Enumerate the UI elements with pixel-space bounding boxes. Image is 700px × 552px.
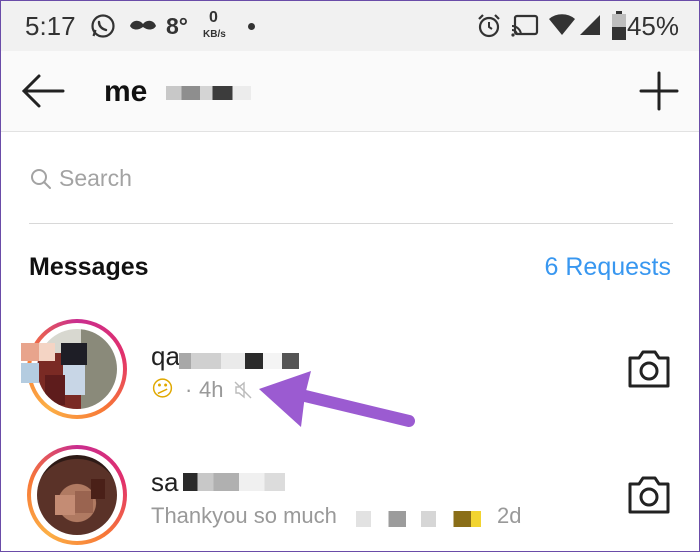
new-message-plus-icon[interactable] xyxy=(639,71,679,111)
confused-emoji: 😕 xyxy=(151,377,174,402)
alarm-icon xyxy=(478,14,500,38)
avatar xyxy=(37,455,117,535)
search-bar[interactable]: Search xyxy=(29,161,673,224)
back-arrow-icon[interactable] xyxy=(19,71,65,111)
dot-icon xyxy=(248,23,255,30)
screen: 5:17 8° 0 KB/s 45% me Search Messages 6 … xyxy=(0,0,700,552)
whatsapp-icon xyxy=(91,14,115,38)
signal-icon xyxy=(580,15,600,35)
annotation-arrow xyxy=(259,371,415,427)
page-title: me xyxy=(104,75,148,108)
requests-link[interactable]: 6 Requests xyxy=(545,253,671,282)
camera-icon[interactable] xyxy=(626,475,672,515)
search-placeholder: Search xyxy=(59,165,132,191)
separator-dot: · xyxy=(185,377,193,402)
status-time: 5:17 xyxy=(25,11,76,41)
story-ring[interactable] xyxy=(27,319,127,419)
wifi-icon xyxy=(549,14,575,35)
network-speed-value: 0 xyxy=(209,9,218,26)
muted-speaker-icon xyxy=(234,381,252,399)
redacted-pixel xyxy=(21,363,39,383)
battery-icon xyxy=(612,11,626,40)
avatar xyxy=(37,329,117,409)
conversation-time: 2d xyxy=(497,503,522,528)
conversation-name: qa xyxy=(151,341,180,371)
status-bar: 5:17 8° 0 KB/s 45% xyxy=(1,1,699,51)
app-header: me xyxy=(1,51,699,132)
redacted-pixel xyxy=(39,343,55,361)
mustache-icon xyxy=(130,20,156,30)
message-preview: Thankyou so much xyxy=(151,503,337,528)
conversation-row[interactable]: sa Thankyou so much 2d xyxy=(1,433,699,551)
story-ring[interactable] xyxy=(27,445,127,545)
redacted-preview xyxy=(356,511,481,527)
conversation-name: sa xyxy=(151,467,179,497)
messages-heading: Messages xyxy=(29,253,149,281)
cast-icon xyxy=(511,14,539,37)
network-speed-unit: KB/s xyxy=(203,29,226,40)
temperature: 8° xyxy=(166,13,188,39)
camera-icon[interactable] xyxy=(626,349,672,389)
redacted-username xyxy=(166,86,251,100)
battery-percent: 45% xyxy=(626,11,679,41)
redacted-username xyxy=(183,473,285,491)
search-icon xyxy=(31,169,51,189)
conversation-time: 4h xyxy=(199,377,224,402)
redacted-pixel xyxy=(21,343,39,361)
